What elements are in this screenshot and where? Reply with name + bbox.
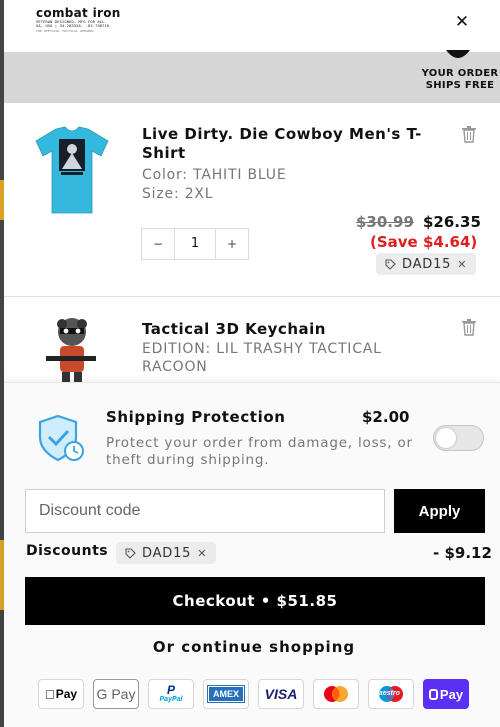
shipping-protection-toggle[interactable]: [433, 425, 484, 451]
apply-discount-button[interactable]: Apply: [394, 489, 485, 533]
logo-caption: THE OFFICIAL TACTICAL APPAREL: [36, 28, 95, 33]
current-price: $26.35: [423, 213, 481, 231]
toggle-knob: [436, 428, 456, 448]
free-shipping-banner: YOUR ORDER SHIPS FREE: [4, 50, 500, 103]
shop-pay-icon: Pay: [423, 679, 469, 709]
product-image-keychain[interactable]: [32, 314, 112, 382]
checkout-button[interactable]: Checkout • $51.85: [25, 577, 485, 625]
increase-quantity-button[interactable]: +: [216, 229, 248, 259]
ships-free-text: YOUR ORDER SHIPS FREE: [421, 68, 499, 91]
truck-icon: [446, 50, 470, 58]
remove-discount-icon[interactable]: ✕: [457, 258, 467, 271]
shipping-protection-description: Protect your order from damage, loss, or…: [106, 435, 413, 468]
discount-code-input[interactable]: [25, 489, 385, 533]
product-size: Size: 2XL: [142, 186, 214, 202]
tag-icon: [125, 547, 136, 559]
line-discount-code: DAD15: [402, 256, 452, 272]
applied-discount-code: DAD15: [142, 545, 192, 561]
cart-drawer: combat iron VETERAN DESIGNED. MFG FOR AL…: [4, 0, 500, 727]
quantity-value[interactable]: 1: [174, 229, 216, 259]
product-title[interactable]: Tactical 3D Keychain: [142, 320, 432, 339]
product-image-tshirt[interactable]: [32, 123, 112, 219]
brand-logo[interactable]: combat iron VETERAN DESIGNED. MFG FOR AL…: [36, 7, 128, 33]
cart-line-item: Tactical 3D Keychain EDITION: LIL TRASHY…: [4, 298, 500, 382]
visa-icon: VISA: [258, 679, 304, 709]
amex-icon: AMEX: [203, 679, 249, 709]
discounts-label: Discounts: [26, 543, 109, 559]
tag-icon: [385, 258, 396, 270]
trash-icon[interactable]: [461, 318, 477, 336]
cart-header: combat iron VETERAN DESIGNED. MFG FOR AL…: [4, 0, 500, 52]
decrease-quantity-button[interactable]: −: [142, 229, 174, 259]
shipping-protection-title: Shipping Protection: [106, 408, 286, 426]
close-icon[interactable]: ✕: [450, 11, 474, 35]
continue-shopping-link[interactable]: Or continue shopping: [4, 638, 500, 656]
apple-pay-icon: Pay: [38, 679, 84, 709]
product-color: Color: TAHITI BLUE: [142, 167, 287, 183]
cart-items-list: Live Dirty. Die Cowboy Men's T-Shirt Col…: [4, 103, 500, 382]
payment-methods: Pay G Pay P PayPal AMEX VISA Maestro Pa…: [38, 679, 484, 709]
line-discount-tag: DAD15 ✕: [376, 253, 477, 275]
original-price: $30.99: [356, 213, 414, 231]
shield-clock-icon: [38, 414, 84, 462]
mastercard-icon: [313, 679, 359, 709]
discounts-amount: - $9.12: [433, 544, 492, 562]
cart-line-item: Live Dirty. Die Cowboy Men's T-Shirt Col…: [4, 103, 500, 297]
product-title[interactable]: Live Dirty. Die Cowboy Men's T-Shirt: [142, 125, 432, 163]
cart-summary: Shipping Protection $2.00 Protect your o…: [4, 382, 500, 727]
google-pay-icon: G Pay: [93, 679, 139, 709]
logo-title: combat iron: [36, 6, 121, 20]
applied-discount-tag: DAD15 ✕: [116, 542, 217, 564]
quantity-stepper: − 1 +: [141, 228, 249, 260]
trash-icon[interactable]: [461, 125, 477, 143]
shipping-protection-price: $2.00: [362, 408, 410, 426]
product-edition: EDITION: LIL TRASHY TACTICAL RACOON: [142, 341, 382, 375]
remove-discount-icon[interactable]: ✕: [197, 547, 207, 560]
paypal-icon: P PayPal: [148, 679, 194, 709]
savings-text: (Save $4.64): [370, 233, 478, 251]
maestro-icon: Maestro: [368, 679, 414, 709]
